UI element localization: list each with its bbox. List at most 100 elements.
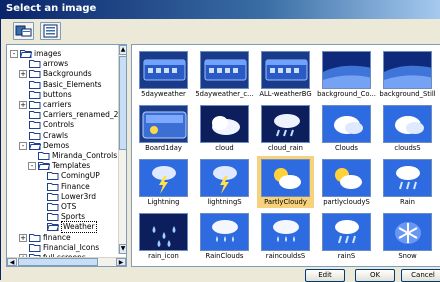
expand-icon[interactable]: + [19, 70, 27, 79]
scroll-down-arrow-icon[interactable]: ▼ [119, 244, 126, 254]
image-thumbnail [139, 105, 188, 143]
image-thumbnail [383, 105, 432, 143]
folder-icon [47, 202, 59, 211]
expand-icon[interactable]: + [19, 101, 27, 109]
edit-button[interactable]: Edit [305, 269, 345, 282]
image-tile[interactable]: Rain [379, 156, 436, 208]
folder-icon [29, 110, 41, 120]
collapse-icon[interactable]: - [10, 50, 18, 58]
image-thumbnail [322, 51, 371, 89]
image-thumbnail [139, 159, 188, 197]
image-label: Snow [398, 252, 417, 260]
image-thumbnail [322, 213, 371, 251]
title-bar[interactable]: Select an image [1, 0, 440, 19]
image-tile[interactable]: lightningS [196, 156, 253, 208]
folder-icon [28, 141, 42, 150]
tree-vertical-scrollbar[interactable]: ▲ ▼ [118, 45, 126, 254]
image-tile[interactable]: raincouldsS [257, 210, 314, 262]
folder-icon [29, 131, 41, 140]
folder-icon [29, 100, 41, 109]
image-label: raincouldsS [265, 252, 306, 260]
image-label: RainClouds [205, 252, 244, 260]
folder-icon [38, 151, 50, 160]
image-label: cloud [215, 144, 234, 152]
image-thumbnail [200, 51, 249, 89]
dialog-buttons: Edit OK Cancel [1, 268, 440, 282]
image-tile[interactable]: partlycloudyS [318, 156, 375, 208]
folder-icon [47, 182, 59, 191]
image-tile[interactable]: Clouds [318, 102, 375, 154]
image-label: Clouds [335, 144, 358, 152]
tree-hscroll-thumb[interactable] [18, 258, 98, 266]
collapse-icon[interactable]: - [19, 141, 27, 150]
image-tile[interactable]: Snow [379, 210, 436, 262]
image-tile[interactable]: background_Still [379, 48, 436, 100]
folder-icon [29, 90, 41, 99]
image-thumbnail [261, 51, 310, 89]
scroll-left-arrow-icon[interactable]: ◀ [7, 258, 17, 266]
folder-icon [37, 161, 51, 171]
image-thumbnail [261, 159, 310, 197]
image-tile[interactable]: cloud_rain [257, 102, 314, 154]
select-image-dialog: Select an image - images arrows + Background… [0, 0, 440, 282]
image-tile[interactable]: background_Co... [317, 48, 376, 100]
folder-icon [29, 80, 41, 89]
image-label: Board1day [145, 144, 182, 152]
image-tile[interactable]: Lightning [135, 156, 192, 208]
image-tile[interactable]: Board1day [135, 102, 192, 154]
image-thumbnail [383, 159, 432, 197]
tree-horizontal-scrollbar[interactable]: ◀ ▶ [7, 257, 126, 266]
image-thumbnail [261, 105, 310, 143]
folder-icon [47, 171, 59, 181]
image-thumbnail [383, 213, 432, 251]
image-tile[interactable]: 5dayweather [135, 48, 192, 100]
details-view-icon [43, 24, 58, 38]
image-tile[interactable]: cloudsS [379, 102, 436, 154]
image-label: 5dayweather_c... [195, 90, 254, 98]
image-label: cloud_rain [268, 144, 303, 152]
image-label: 5dayweather [141, 90, 186, 98]
collapse-icon[interactable]: - [28, 162, 36, 171]
scroll-up-arrow-icon[interactable]: ▲ [119, 45, 126, 55]
toolbar [1, 19, 440, 43]
folder-icon [29, 59, 41, 69]
folder-icon [29, 120, 41, 130]
image-grid[interactable]: 5dayweather 5dayweather_c... ALL-weatherBG… [131, 44, 440, 267]
image-tile[interactable]: cloud [196, 102, 253, 154]
image-label: Lightning [147, 198, 180, 206]
image-thumbnail [383, 51, 432, 89]
scroll-right-arrow-icon[interactable]: ▶ [116, 258, 126, 266]
ok-button[interactable]: OK [355, 269, 395, 282]
image-label: background_Still [379, 90, 436, 98]
folder-icon [46, 222, 60, 232]
tree-scroll-thumb[interactable] [119, 56, 126, 150]
image-thumbnail [139, 213, 188, 251]
folder-icon [47, 192, 59, 201]
image-label: lightningS [207, 198, 242, 206]
image-label: rainS [337, 252, 356, 260]
image-label: background_Co... [317, 90, 376, 98]
image-tile[interactable]: RainClouds [196, 210, 253, 262]
image-thumbnail [200, 105, 249, 143]
folder-icon [19, 49, 33, 58]
image-label: Rain [400, 198, 415, 206]
folder-icon [29, 233, 41, 242]
folder-view-icon [15, 25, 32, 37]
folder-tree[interactable]: - images arrows + Backgrounds Basic_Elements b… [6, 44, 127, 267]
folder-view-button[interactable] [13, 22, 34, 40]
details-view-button[interactable] [40, 22, 61, 40]
image-tile[interactable]: rainS [318, 210, 375, 262]
image-tile[interactable]: 5dayweather_c... [195, 48, 254, 100]
image-tile[interactable]: PartlyCloudy [257, 156, 314, 208]
dialog-title: Select an image [6, 3, 97, 14]
image-thumbnail [261, 213, 310, 251]
image-label: PartlyCloudy [264, 198, 307, 206]
cancel-button[interactable]: Cancel [401, 269, 440, 282]
image-tile[interactable]: rain_icon [135, 210, 192, 262]
image-label: ALL-weatherBG [259, 90, 312, 98]
folder-icon [29, 243, 41, 252]
expand-icon[interactable]: + [19, 233, 27, 242]
image-thumbnail [200, 213, 249, 251]
image-label: partlycloudyS [323, 198, 370, 206]
image-tile[interactable]: ALL-weatherBG [257, 48, 314, 100]
